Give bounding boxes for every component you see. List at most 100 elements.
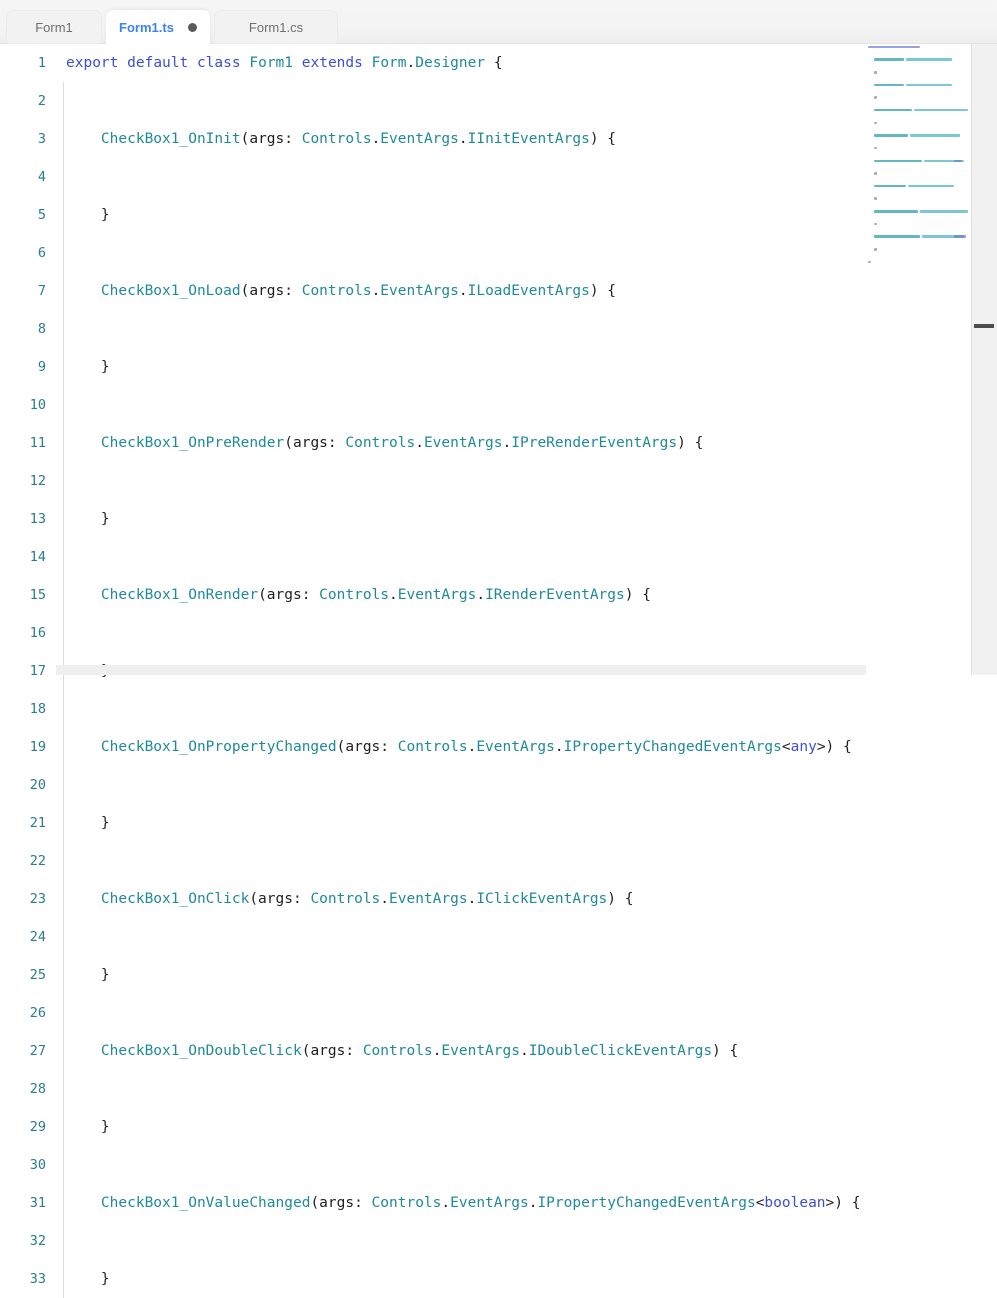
editor-tab-label: Form1.cs (249, 20, 303, 35)
code-line[interactable]: 2 (0, 82, 997, 120)
code-token: EventArgs (389, 891, 468, 907)
minimap-token (874, 197, 877, 200)
code-token: boolean (764, 1195, 825, 1211)
code-token: any (791, 739, 817, 755)
code-token: Controls (363, 1043, 433, 1059)
code-line[interactable]: 5 } (0, 196, 997, 234)
code-token: ILoadEventArgs (468, 283, 590, 299)
line-number: 17 (0, 652, 46, 690)
editor-tab-form1-ts[interactable]: Form1.ts (106, 10, 210, 44)
code-line[interactable]: 10 (0, 386, 997, 424)
code-line[interactable]: 18 (0, 690, 997, 728)
minimap-token (874, 147, 877, 150)
code-line[interactable]: 23 CheckBox1_OnClick(args: Controls.Even… (0, 880, 997, 918)
code-line[interactable]: 9 } (0, 348, 997, 386)
code-token (66, 891, 101, 907)
code-token: Controls (302, 131, 372, 147)
code-token: Form1 (249, 55, 293, 71)
indent-guide (63, 994, 64, 1032)
code-line[interactable]: 25 } (0, 956, 997, 994)
code-token: (args: (310, 1195, 371, 1211)
code-line[interactable]: 12 (0, 462, 997, 500)
code-line[interactable]: 11 CheckBox1_OnPreRender(args: Controls.… (0, 424, 997, 462)
overview-ruler[interactable] (972, 44, 997, 675)
code-line[interactable]: 6 (0, 234, 997, 272)
line-number: 26 (0, 994, 46, 1032)
minimap-token (954, 160, 962, 163)
code-line[interactable]: 20 (0, 766, 997, 804)
line-number: 31 (0, 1184, 46, 1222)
code-token: } (66, 1119, 110, 1135)
indent-guide (63, 766, 64, 804)
code-line[interactable]: 33 } (0, 1260, 997, 1298)
code-token: class (197, 55, 241, 71)
code-line[interactable]: 3 CheckBox1_OnInit(args: Controls.EventA… (0, 120, 997, 158)
code-line[interactable]: 1export default class Form1 extends Form… (0, 44, 997, 82)
code-line[interactable]: 8 (0, 310, 997, 348)
overview-ruler-mark (974, 324, 994, 328)
code-token: < (756, 1195, 765, 1211)
line-number: 30 (0, 1146, 46, 1184)
code-line[interactable]: 27 CheckBox1_OnDoubleClick(args: Control… (0, 1032, 997, 1070)
editor-minimap[interactable] (866, 44, 972, 675)
editor-tab-form1-cs[interactable]: Form1.cs (214, 10, 338, 44)
code-line[interactable]: 29 } (0, 1108, 997, 1146)
code-token: . (441, 1195, 450, 1211)
code-token: ) { (607, 891, 633, 907)
indent-guide (63, 690, 64, 728)
line-number: 24 (0, 918, 46, 956)
line-number: 8 (0, 310, 46, 348)
code-line[interactable]: 32 (0, 1222, 997, 1260)
code-token: ) { (590, 131, 616, 147)
indent-guide (63, 728, 64, 766)
code-token: EventArgs (450, 1195, 529, 1211)
code-line[interactable]: 26 (0, 994, 997, 1032)
code-token (363, 55, 372, 71)
code-token: CheckBox1_OnPreRender (101, 435, 284, 451)
code-line[interactable]: 28 (0, 1070, 997, 1108)
code-line-content: } (66, 196, 110, 234)
indent-guide (63, 1146, 64, 1184)
editor-tab-form1[interactable]: Form1 (6, 10, 102, 44)
code-line-content: CheckBox1_OnPreRender(args: Controls.Eve… (66, 424, 703, 462)
code-token: ) { (590, 283, 616, 299)
code-token: } (66, 511, 110, 527)
horizontal-scrollbar[interactable] (56, 665, 866, 675)
line-number: 15 (0, 576, 46, 614)
code-line-content: } (66, 1108, 110, 1146)
code-line[interactable]: 19 CheckBox1_OnPropertyChanged(args: Con… (0, 728, 997, 766)
code-token: EventArgs (476, 739, 555, 755)
code-line-content: } (66, 500, 110, 538)
code-line[interactable]: 15 CheckBox1_OnRender(args: Controls.Eve… (0, 576, 997, 614)
line-number: 14 (0, 538, 46, 576)
code-token (66, 1195, 101, 1211)
code-token: IPropertyChangedEventArgs (564, 739, 782, 755)
code-editor[interactable]: 1export default class Form1 extends Form… (0, 44, 997, 675)
unsaved-changes-dot-icon[interactable] (188, 23, 197, 32)
code-lines-container[interactable]: 1export default class Form1 extends Form… (0, 44, 997, 675)
code-line-content: } (66, 804, 110, 842)
line-number: 9 (0, 348, 46, 386)
code-line[interactable]: 21 } (0, 804, 997, 842)
code-token: < (782, 739, 791, 755)
indent-guide (63, 614, 64, 652)
code-token: Controls (398, 739, 468, 755)
code-token: (args: (302, 1043, 363, 1059)
code-line[interactable]: 13 } (0, 500, 997, 538)
code-line[interactable]: 24 (0, 918, 997, 956)
code-line[interactable]: 4 (0, 158, 997, 196)
code-line[interactable]: 31 CheckBox1_OnValueChanged(args: Contro… (0, 1184, 997, 1222)
code-line[interactable]: 16 (0, 614, 997, 652)
code-line[interactable]: 30 (0, 1146, 997, 1184)
code-line[interactable]: 7 CheckBox1_OnLoad(args: Controls.EventA… (0, 272, 997, 310)
code-line[interactable]: 14 (0, 538, 997, 576)
code-token: >) { (826, 1195, 861, 1211)
line-number: 2 (0, 82, 46, 120)
line-number: 5 (0, 196, 46, 234)
minimap-token (908, 185, 954, 188)
line-number: 1 (0, 44, 46, 82)
code-token: CheckBox1_OnRender (101, 587, 258, 603)
code-line[interactable]: 22 (0, 842, 997, 880)
code-token: Form (372, 55, 407, 71)
minimap-token (954, 235, 966, 238)
